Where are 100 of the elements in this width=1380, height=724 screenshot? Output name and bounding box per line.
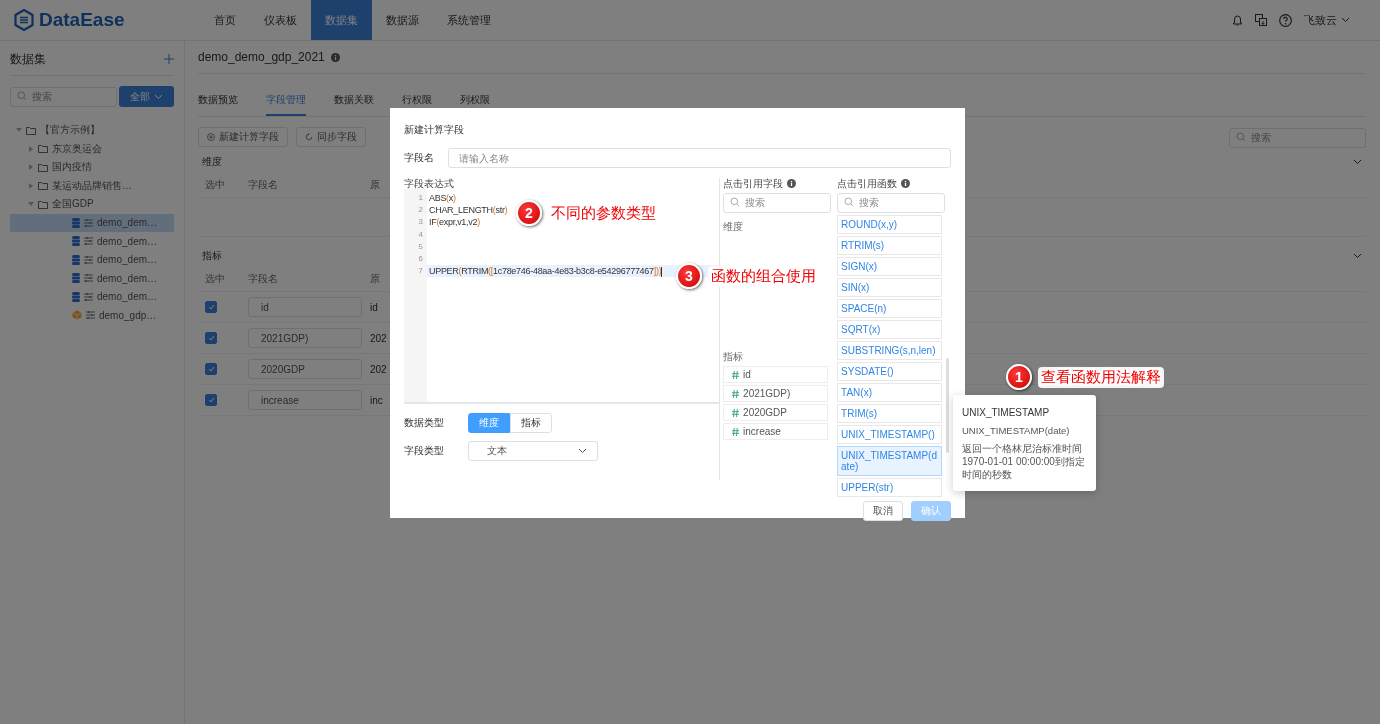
filter-dropdown[interactable]: 全部: [119, 86, 174, 107]
name-input[interactable]: 请输入名称: [448, 148, 951, 168]
expand-caret-icon[interactable]: [28, 182, 34, 189]
field-item[interactable]: id: [723, 366, 829, 383]
collapse-icon: [1353, 253, 1362, 259]
nav-item[interactable]: 仪表板: [250, 0, 311, 40]
callout-text: 查看函数用法解释: [1038, 366, 1164, 388]
function-item[interactable]: TRIM(s): [837, 404, 943, 423]
expand-caret-icon[interactable]: [28, 201, 34, 208]
function-item[interactable]: SYSDATE(): [837, 362, 943, 381]
help-icon[interactable]: [1279, 13, 1292, 27]
field-item[interactable]: 2020GDP: [723, 404, 829, 421]
tree-item[interactable]: 全国GDP: [52, 197, 94, 212]
tab[interactable]: 字段管理: [266, 88, 306, 116]
collapse-icon: [1353, 159, 1362, 165]
check-icon: [207, 366, 215, 372]
search-field[interactable]: 搜索: [723, 192, 832, 213]
function-description: 返回一个格林尼治标准时间1970-01-01 00:00:00到指定时间的秒数: [962, 442, 1086, 481]
sync-button[interactable]: 同步字段: [296, 127, 366, 147]
table-cell: 202: [370, 332, 387, 344]
info-icon: [901, 179, 911, 188]
segment-option[interactable]: 维度: [468, 413, 510, 433]
scrollbar[interactable]: [946, 358, 949, 453]
checkbox[interactable]: [205, 394, 217, 406]
code-line: ABS(x): [429, 193, 456, 203]
tree-item[interactable]: demo_dem…: [97, 291, 158, 303]
add-field-button[interactable]: 新建计算字段: [198, 127, 288, 147]
hash-icon: [732, 389, 740, 398]
field-name-input[interactable]: id: [248, 297, 362, 317]
dataset-title: demo_demo_gdp_2021: [198, 50, 325, 64]
cancel-button[interactable]: 取消: [863, 501, 903, 521]
field-name-input[interactable]: 2020GDP: [248, 359, 362, 379]
translate-icon[interactable]: [1255, 14, 1267, 26]
code-line: IF(expr,v1,v2): [429, 217, 480, 228]
field-item[interactable]: 2021GDP): [723, 385, 829, 402]
expand-caret-icon[interactable]: [16, 127, 22, 134]
info-icon: [330, 52, 340, 62]
tree-item[interactable]: 东京奥运会: [52, 141, 102, 156]
tree-item[interactable]: demo_gdp…: [99, 309, 157, 321]
group-label: 维度: [723, 220, 745, 234]
field-label: 字段类型: [404, 444, 444, 458]
nav-item[interactable]: 系统管理: [433, 0, 505, 40]
checkbox[interactable]: [205, 301, 217, 313]
code-line: CHAR_LENGTH(str): [429, 205, 508, 216]
database-icon: [72, 236, 80, 247]
table-cell: 202: [370, 363, 387, 375]
refresh-icon: [305, 133, 313, 141]
nav-item[interactable]: 首页: [200, 0, 250, 40]
database-icon: [72, 291, 80, 302]
line-number: 5: [417, 240, 424, 253]
function-item[interactable]: RTRIM(s): [837, 236, 943, 255]
caret-icon: [578, 448, 587, 454]
tree-item[interactable]: 【官方示例】: [40, 123, 100, 138]
dialog-title: 新建计算字段: [404, 123, 465, 137]
checkbox[interactable]: [205, 332, 217, 344]
hash-icon: [732, 408, 740, 417]
tree-item[interactable]: 某运动品牌销售…: [52, 178, 132, 193]
tree-item[interactable]: demo_dem…: [97, 272, 158, 284]
column-header: 选中: [205, 178, 225, 192]
function-item[interactable]: UNIX_TIMESTAMP(date): [837, 446, 943, 476]
function-item[interactable]: SIN(x): [837, 278, 943, 297]
function-item[interactable]: SQRT(x): [837, 320, 943, 339]
function-item[interactable]: SUBSTRING(s,n,len): [837, 341, 943, 360]
field-item[interactable]: increase: [723, 423, 829, 440]
line-number: 7: [417, 265, 424, 278]
function-item[interactable]: ROUND(x,y): [837, 215, 943, 234]
function-item[interactable]: TAN(x): [837, 383, 943, 402]
nav-item[interactable]: 数据集: [311, 0, 372, 40]
section-title: 指标: [202, 249, 222, 263]
field-type-select[interactable]: 文本: [468, 441, 598, 461]
nav-item[interactable]: 数据源: [372, 0, 433, 40]
function-item[interactable]: UNIX_TIMESTAMP(): [837, 425, 943, 444]
line-number: 4: [417, 228, 424, 241]
tree-item[interactable]: demo_dem…: [97, 235, 158, 247]
sidebar-title: 数据集: [10, 50, 46, 68]
function-item[interactable]: SIGN(x): [837, 257, 943, 276]
function-item[interactable]: UPPER(str): [837, 478, 943, 497]
checkbox[interactable]: [205, 363, 217, 375]
expand-caret-icon[interactable]: [28, 145, 34, 152]
field-name-input[interactable]: 2021GDP): [248, 328, 362, 348]
line-number: 6: [417, 252, 424, 265]
expand-caret-icon[interactable]: [28, 164, 34, 171]
bell-icon[interactable]: [1232, 14, 1243, 26]
user-name[interactable]: 飞致云: [1304, 12, 1337, 28]
info-icon: [787, 179, 797, 188]
column-header: 字段名: [248, 272, 278, 286]
check-icon: [207, 335, 215, 341]
tab[interactable]: 列权限: [460, 88, 490, 116]
tab[interactable]: 行权限: [402, 88, 432, 116]
segment-option[interactable]: 指标: [510, 413, 552, 433]
tree-item[interactable]: 国内疫情: [52, 160, 92, 175]
database-icon: [72, 254, 80, 265]
tree-item[interactable]: demo_dem…: [97, 254, 158, 266]
search-field[interactable]: 搜索: [837, 192, 946, 213]
tab[interactable]: 数据关联: [334, 88, 374, 116]
tooltip-title: UNIX_TIMESTAMP: [962, 407, 1051, 418]
field-name-input[interactable]: increase: [248, 390, 362, 410]
tab[interactable]: 数据预览: [198, 88, 238, 116]
add-icon[interactable]: [164, 54, 174, 64]
function-item[interactable]: SPACE(n): [837, 299, 943, 318]
